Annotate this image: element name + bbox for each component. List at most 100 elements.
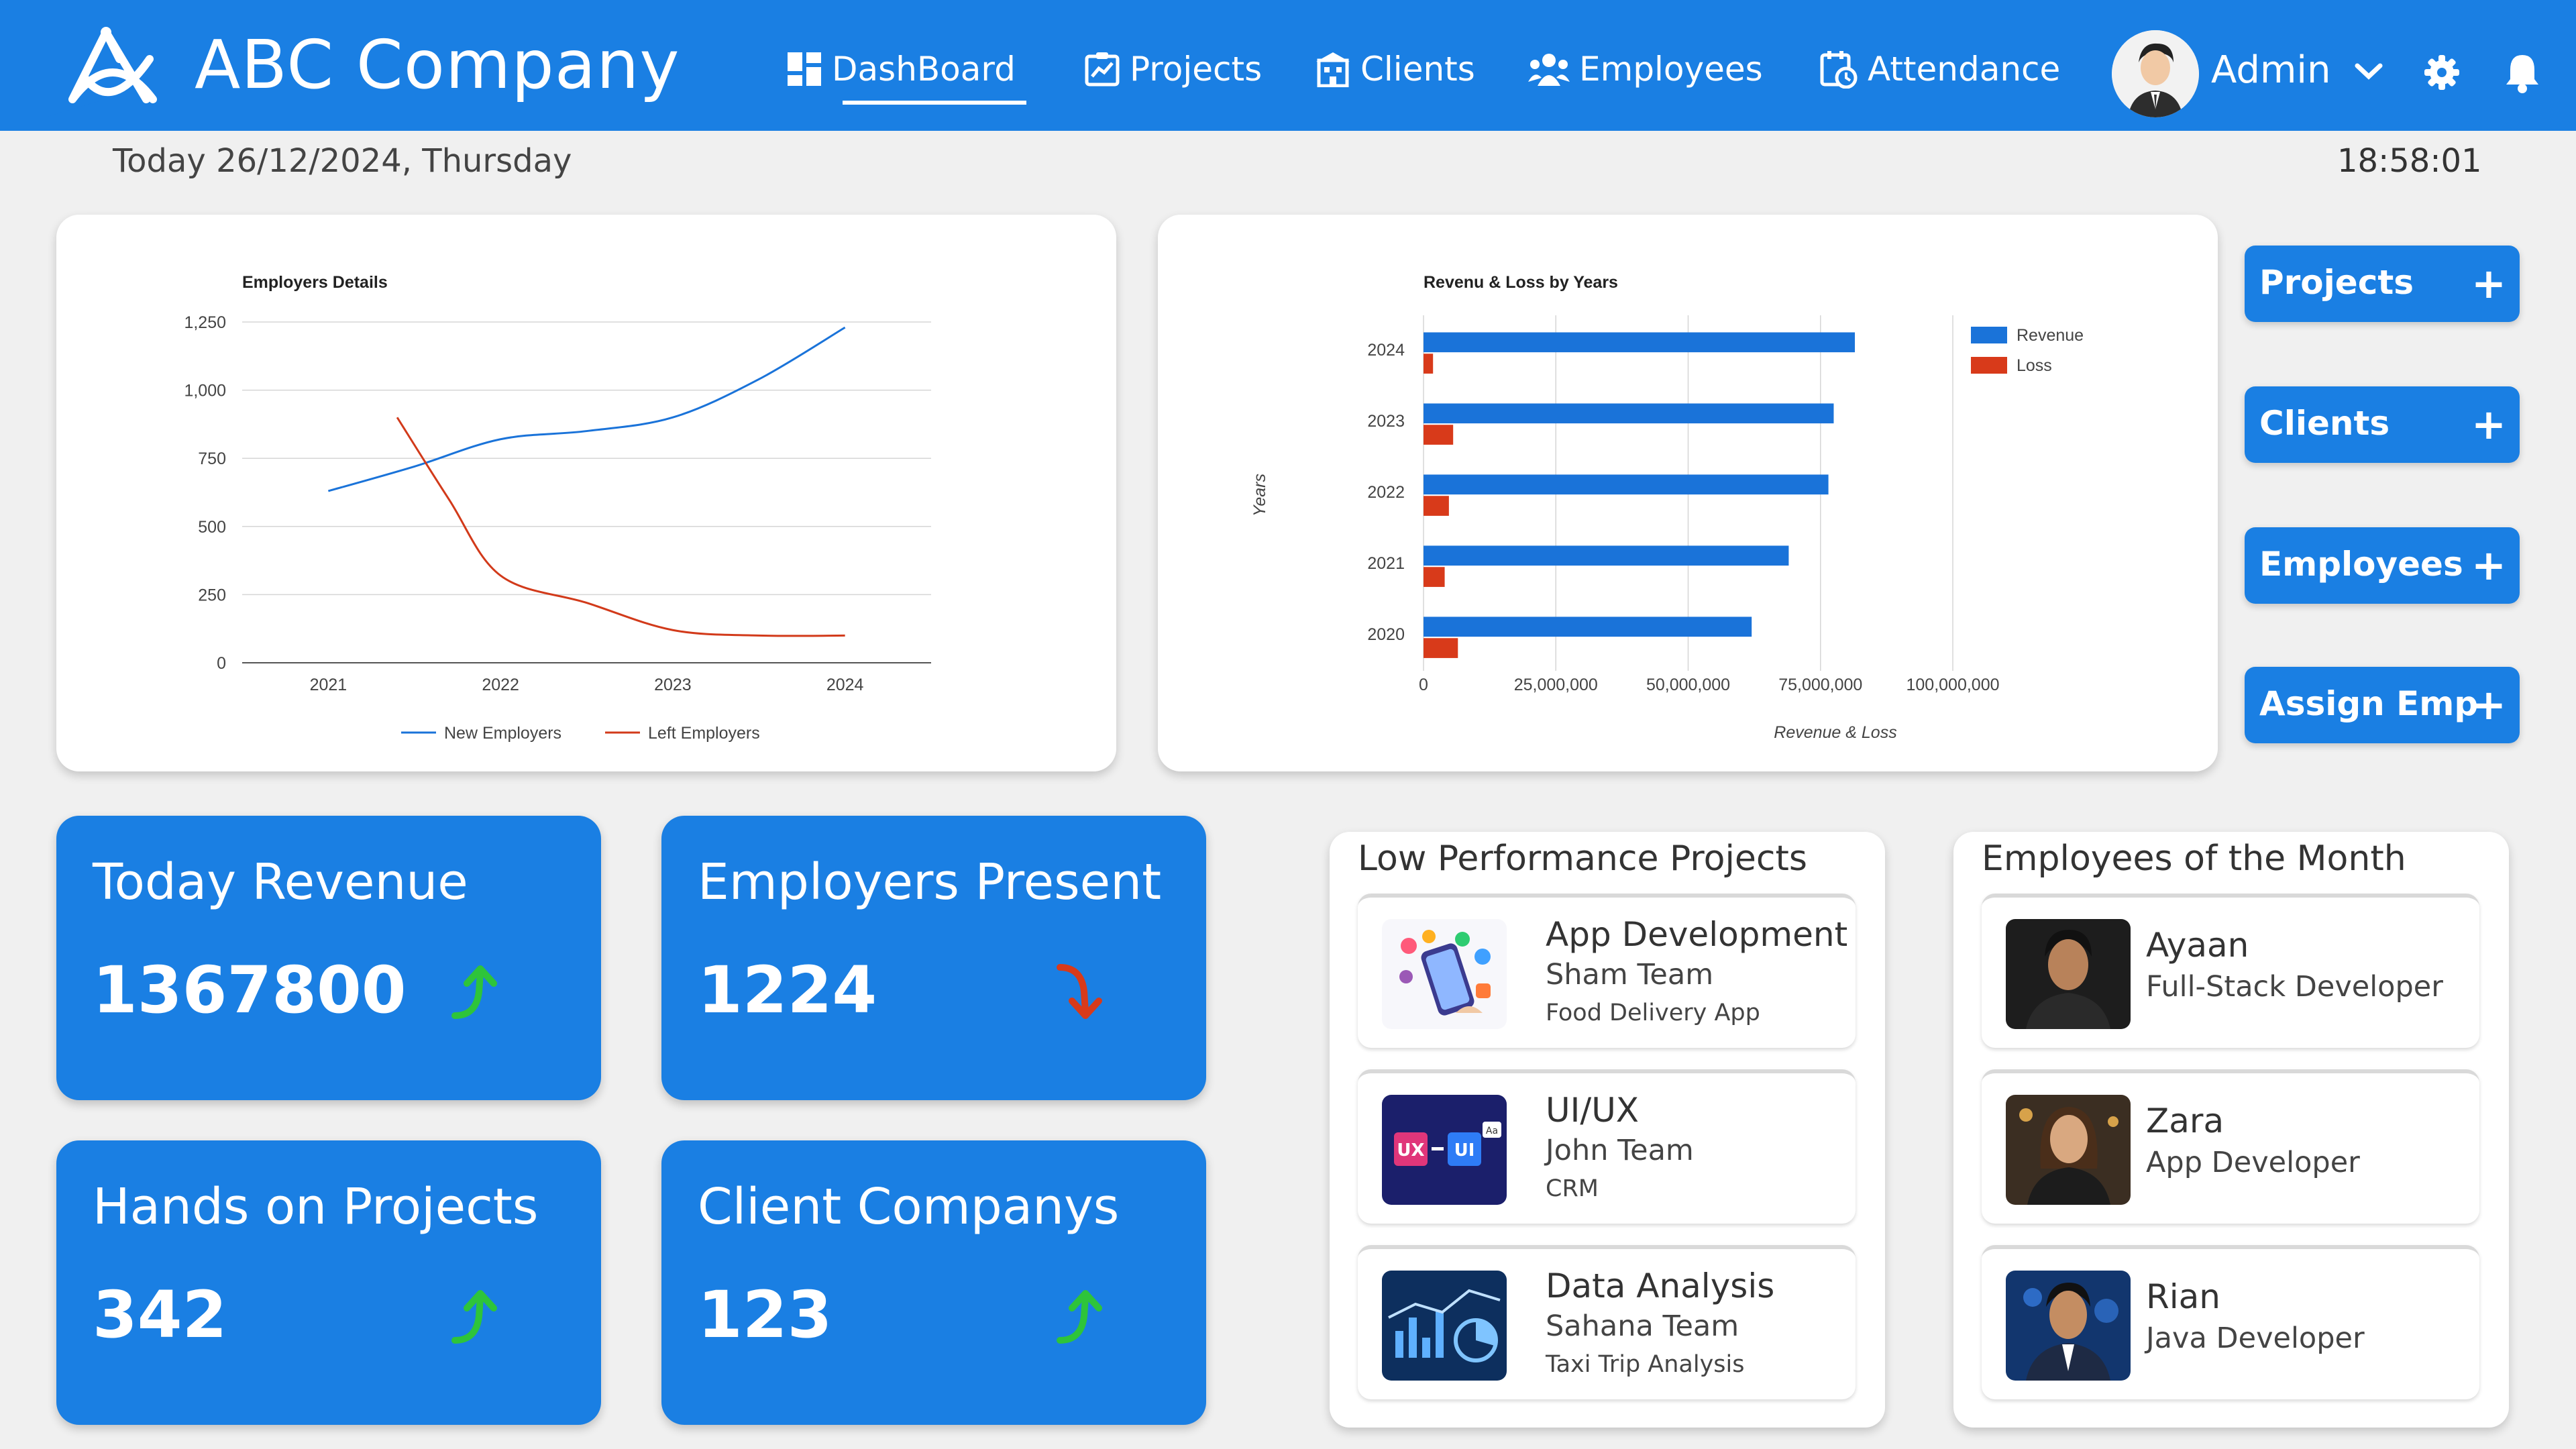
bell-icon[interactable] [2505,52,2540,94]
employee-name: Rian [2146,1277,2220,1316]
chart-title: Revenu & Loss by Years [1424,273,1618,292]
y-tick-label: 250 [198,586,226,604]
y-tick-label: 0 [217,654,226,673]
revenue-bar [1424,545,1789,566]
employee-photo [2006,919,2131,1029]
stat-title: Client Companys [698,1178,1120,1236]
x-tick-label: 75,000,000 [1778,676,1862,694]
trend-down-icon [1057,964,1102,1019]
stat-value: 342 [93,1277,227,1352]
y-tick-label: 500 [198,518,226,537]
revenue-bar [1424,616,1752,637]
add-client-label: Clients [2259,404,2390,443]
employee-item[interactable]: Zara App Developer [1982,1069,2479,1224]
add-project-label: Projects [2259,263,2414,302]
legend-label: New Employers [444,724,561,743]
revenue-bar [1424,474,1829,495]
assign-employee-label: Assign Emp [2259,684,2479,723]
loss-bar [1424,567,1445,587]
company-logo-icon[interactable] [59,19,166,113]
chevron-down-icon[interactable] [2353,62,2384,82]
x-axis-title: Revenue & Loss [1774,723,1896,742]
employee-name: Ayaan [2146,926,2249,965]
x-tick-label: 25,000,000 [1514,676,1598,694]
stat-hands-on-projects[interactable]: Hands on Projects 342 [56,1140,601,1425]
project-item[interactable]: App Development Sham Team Food Delivery … [1358,894,1856,1048]
stat-employers-present[interactable]: Employers Present 1224 [661,816,1206,1100]
project-name: App Development [1546,915,1848,954]
plus-icon: + [2471,541,2506,590]
nav-employees-label: Employees [1579,50,1763,89]
nav-clients[interactable]: Clients [1315,46,1475,93]
y-tick-label: 2020 [1367,625,1405,644]
y-tick-label: 2023 [1367,412,1405,431]
x-tick-label: 2021 [310,676,347,694]
nav-projects[interactable]: Projects [1084,46,1262,93]
add-project-button[interactable]: Projects + [2245,246,2520,322]
series-line-new-employers [327,326,846,492]
gear-icon[interactable] [2424,55,2459,90]
plus-icon: + [2471,680,2506,729]
add-client-button[interactable]: Clients + [2245,386,2520,463]
svg-text:UX: UX [1397,1140,1424,1161]
app-development-thumbnail [1382,919,1507,1029]
stat-value: 1224 [698,953,877,1028]
chart-title: Employers Details [242,273,388,292]
project-item[interactable]: UX UI Aa UI/UX John Team CRM [1358,1069,1856,1224]
loss-bar [1424,496,1449,516]
revenue-bar-chart: Revenu & Loss by Years 0 25,000,000 50,000,… [1250,273,2084,742]
add-employee-button[interactable]: Employees + [2245,527,2520,604]
loss-bar [1424,425,1454,445]
trend-up-icon [1057,1290,1102,1344]
x-tick-label: 2023 [654,676,692,694]
project-team: Sahana Team [1546,1309,1739,1343]
employee-item[interactable]: Rian Java Developer [1982,1245,2479,1399]
legend-label: Loss [2017,356,2052,375]
y-tick-label: 2024 [1367,341,1405,360]
brand-name: ABC Company [195,25,680,104]
stat-client-companies[interactable]: Client Companys 123 [661,1140,1206,1425]
legend-swatch [1971,327,2007,343]
employees-of-month-panel: Employees of the Month Ayaan Full-Stack … [1953,832,2509,1428]
stat-value: 1367800 [93,953,407,1028]
nav-dashboard-label: DashBoard [832,50,1016,89]
nav-clients-label: Clients [1360,50,1475,89]
stat-title: Hands on Projects [93,1178,539,1236]
nav-employees[interactable]: Employees [1528,46,1763,93]
trend-up-icon [451,1290,497,1344]
x-tick-label: 0 [1419,676,1428,694]
employers-chart-card: Employers Details 0 250 500 750 1,000 1,250 202… [56,215,1116,771]
y-tick-label: 2021 [1367,554,1405,573]
employee-item[interactable]: Ayaan Full-Stack Developer [1982,894,2479,1048]
project-item[interactable]: Data Analysis Sahana Team Taxi Trip Anal… [1358,1245,1856,1399]
project-team: John Team [1546,1134,1694,1167]
admin-avatar[interactable] [2112,30,2199,117]
revenue-chart-card: Revenu & Loss by Years 0 25,000,000 50,000,… [1158,215,2218,771]
assign-employee-button[interactable]: Assign Emp + [2245,667,2520,743]
trend-up-icon [451,965,497,1019]
employee-photo [2006,1271,2131,1381]
admin-name[interactable]: Admin [2211,48,2330,92]
x-tick-label: 2024 [826,676,864,694]
nav-dashboard[interactable]: DashBoard [786,46,1016,93]
project-description: Taxi Trip Analysis [1546,1351,1745,1378]
legend-label: Revenue [2017,326,2084,345]
employee-name: Zara [2146,1102,2224,1140]
revenue-bar [1424,332,1856,353]
current-time: 18:58:01 [2337,142,2482,180]
nav-attendance[interactable]: Attendance [1819,46,2060,93]
project-description: Food Delivery App [1546,1000,1760,1026]
projects-icon [1085,52,1120,87]
y-axis-title: Years [1250,474,1269,517]
plus-icon: + [2471,400,2506,449]
stat-today-revenue[interactable]: Today Revenue 1367800 [56,816,601,1100]
employee-role: App Developer [2146,1146,2360,1179]
x-tick-label: 100,000,000 [1906,676,1999,694]
stat-value: 123 [698,1277,833,1352]
loss-bar [1424,638,1458,658]
y-tick-label: 1,250 [184,313,226,332]
y-tick-label: 750 [198,449,226,468]
project-name: UI/UX [1546,1091,1640,1130]
employee-role: Java Developer [2146,1322,2365,1355]
employees-icon [1528,54,1570,86]
